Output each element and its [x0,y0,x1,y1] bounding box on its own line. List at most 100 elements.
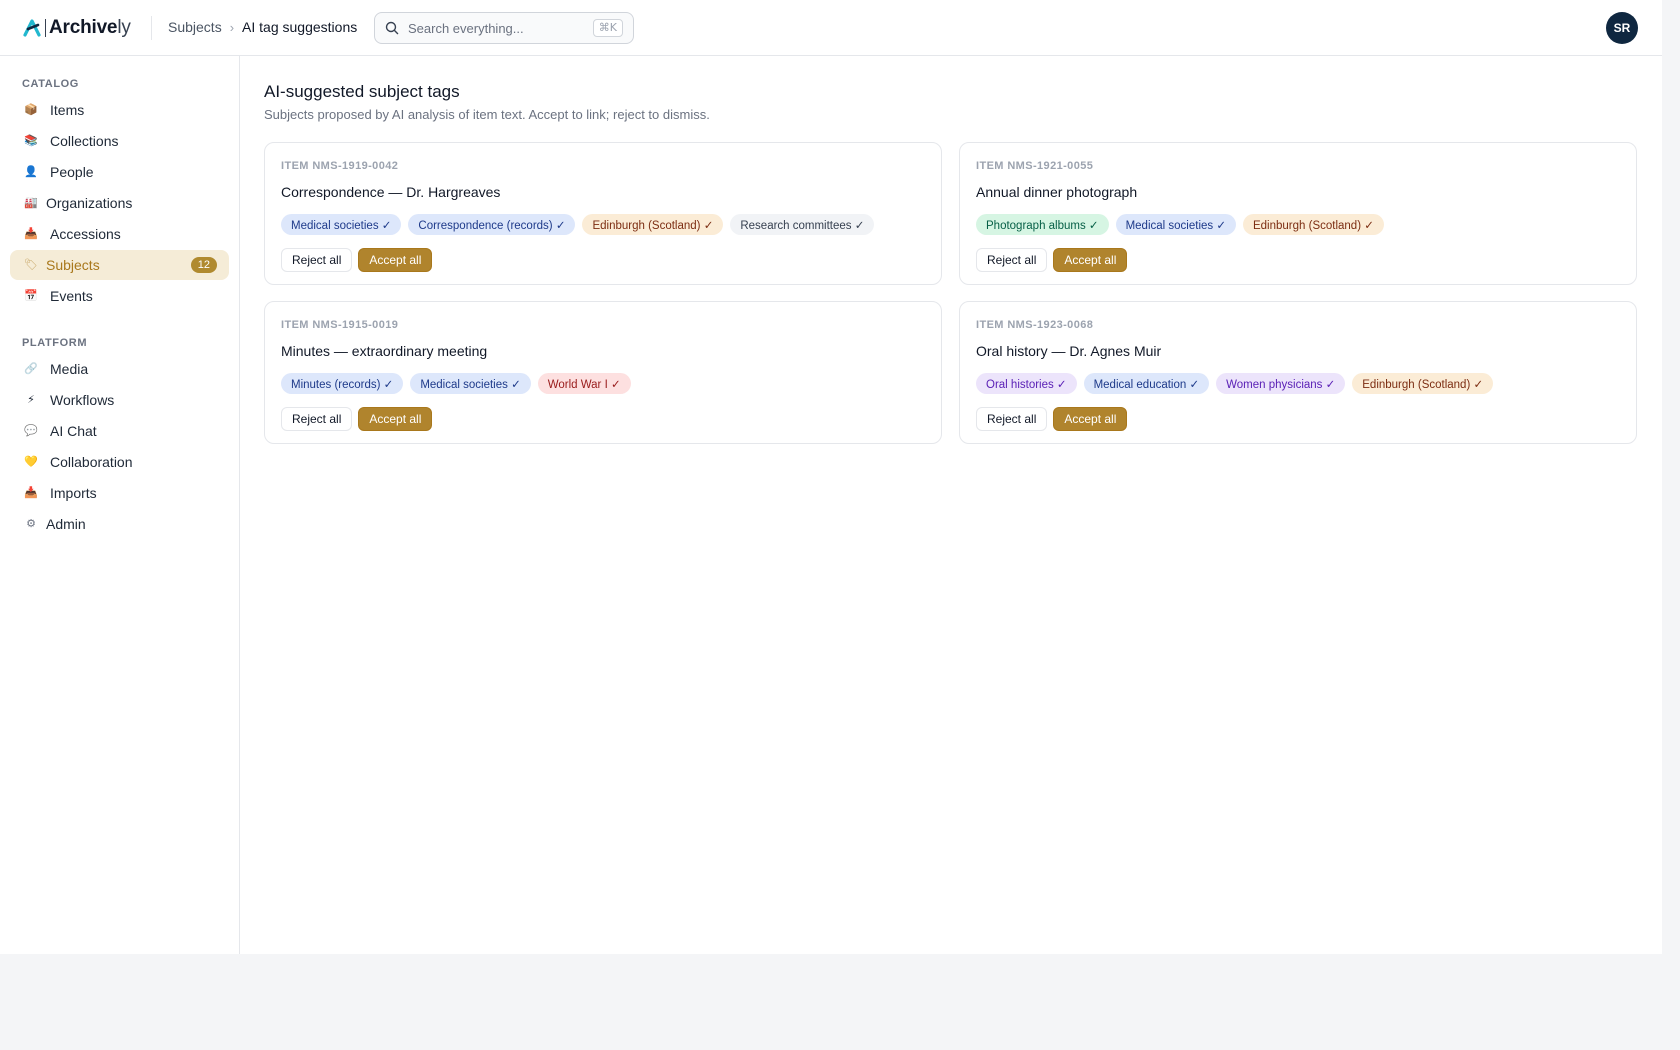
suggestion-card: ITEM NMS-1919-0042 Correspondence — Dr. … [264,142,942,285]
sidebar-item-label: Workflows [50,392,115,408]
sidebar-item-items[interactable]: 📦 Items [10,95,229,125]
reject-all-button[interactable]: Reject all [281,407,353,431]
suggested-tag[interactable]: Medical societies ✓ [1115,214,1236,235]
top-bar: Archively Subjects › AI tag suggestions … [0,0,1662,56]
calendar-icon: 📅 [24,290,38,302]
suggested-tag[interactable]: Minutes (records) ✓ [281,373,404,394]
sidebar-item-label: Organizations [46,195,133,211]
item-title: Annual dinner photograph [976,184,1138,200]
search-input[interactable] [408,20,593,36]
reject-all-button[interactable]: Reject all [976,248,1048,272]
card-actions: Reject all Accept all [976,248,1620,272]
suggested-tag[interactable]: Women physicians ✓ [1216,373,1346,394]
sidebar-item-events[interactable]: 📅 Events [10,281,229,311]
suggested-tag[interactable]: Research committees ✓ [730,214,875,235]
suggested-tag[interactable]: Edinburgh (Scotland) ✓ [582,214,724,235]
books-icon: 📚 [24,135,38,147]
item-reference: ITEM NMS-1921-0055 [976,160,1094,172]
header-divider [151,16,152,40]
suggested-tag[interactable]: Photograph albums ✓ [976,214,1109,235]
sidebar-item-subjects[interactable]: 🏷 Subjects 12 [10,250,229,280]
subjects-count-badge: 12 [190,257,217,273]
sidebar-item-media[interactable]: 🔗 Media [10,354,229,384]
sidebar-item-collaboration[interactable]: 💛 Collaboration [10,447,229,477]
heart-icon: 💛 [24,456,38,468]
sidebar-item-imports[interactable]: 📥 Imports [10,478,229,508]
card-actions: Reject all Accept all [281,248,925,272]
card-actions: Reject all Accept all [976,407,1620,431]
app-window: Archively Subjects › AI tag suggestions … [0,0,1662,954]
page-title: AI-suggested subject tags [264,82,460,101]
sidebar-item-admin[interactable]: ⚙ Admin [10,509,229,539]
accept-all-button[interactable]: Accept all [358,407,433,431]
item-reference: ITEM NMS-1919-0042 [281,160,399,172]
suggested-tag[interactable]: Oral histories ✓ [976,373,1077,394]
archively-logo-icon [23,19,41,37]
breadcrumb-chevron-icon: › [229,19,235,35]
building-icon: 🏭 [24,197,38,209]
sidebar-item-label: Accessions [50,226,121,242]
sidebar-item-label: Collections [50,133,119,149]
sidebar-item-ai-chat[interactable]: 💬 AI Chat [10,416,229,446]
logo-wordmark: Archively [49,17,131,38]
suggested-tag[interactable]: Correspondence (records) ✓ [408,214,576,235]
sidebar-item-accessions[interactable]: 📥 Accessions [10,219,229,249]
page-subtitle: Subjects proposed by AI analysis of item… [264,107,710,122]
suggested-tag[interactable]: Medical societies ✓ [410,373,531,394]
sidebar-item-label: Items [50,102,85,118]
box-icon: 📦 [24,104,38,116]
suggestion-card: ITEM NMS-1915-0019 Minutes — extraordina… [264,301,942,444]
user-avatar[interactable]: SR [1606,12,1638,44]
item-title: Minutes — extraordinary meeting [281,343,488,359]
lightning-icon: ⚡ [27,394,35,406]
sidebar-item-label: Imports [50,485,97,501]
suggested-tag[interactable]: Edinburgh (Scotland) ✓ [1242,214,1384,235]
import-icon: 📥 [24,487,38,499]
sidebar-item-label: AI Chat [50,423,97,439]
item-reference: ITEM NMS-1923-0068 [976,319,1094,331]
sidebar-item-label: Events [50,288,93,304]
global-search[interactable]: ⌘K [374,12,634,44]
suggested-tags: Medical societies ✓ Correspondence (reco… [281,214,925,236]
suggested-tag[interactable]: World War I ✓ [537,373,631,394]
suggestion-card: ITEM NMS-1921-0055 Annual dinner photogr… [959,142,1637,285]
search-shortcut-hint: ⌘K [592,19,623,37]
suggested-tags: Oral histories ✓ Medical education ✓ Wom… [976,373,1620,395]
suggested-tag[interactable]: Medical education ✓ [1083,373,1210,394]
sidebar-section-platform: PLATFORM [22,337,88,349]
logo-separator [45,19,46,37]
accept-all-button[interactable]: Accept all [1053,248,1128,272]
tag-icon: 🏷 [24,259,38,271]
suggested-tag[interactable]: Medical societies ✓ [281,214,402,235]
accept-all-button[interactable]: Accept all [358,248,433,272]
inbox-icon: 📥 [24,228,38,240]
reject-all-button[interactable]: Reject all [281,248,353,272]
breadcrumb-current: AI tag suggestions [242,19,358,35]
sidebar-item-label: Admin [46,516,86,532]
sidebar: CATALOG 📦 Items 📚 Collections 👤 People 🏭… [0,56,240,954]
app-logo[interactable]: Archively [22,16,131,40]
sidebar-item-organizations[interactable]: 🏭 Organizations [10,188,229,218]
suggested-tag[interactable]: Edinburgh (Scotland) ✓ [1352,373,1494,394]
sidebar-item-label: Subjects [46,257,100,273]
breadcrumb-subjects-link[interactable]: Subjects [168,19,222,35]
search-icon [385,21,399,35]
person-icon: 👤 [24,166,38,178]
accept-all-button[interactable]: Accept all [1053,407,1128,431]
reject-all-button[interactable]: Reject all [976,407,1048,431]
sidebar-item-workflows[interactable]: ⚡ Workflows [10,385,229,415]
sidebar-item-people[interactable]: 👤 People [10,157,229,187]
paperclip-icon: 🔗 [24,363,38,375]
suggested-tags: Photograph albums ✓ Medical societies ✓ … [976,214,1620,236]
chat-bubble-icon: 💬 [24,425,38,437]
sidebar-item-label: People [50,164,94,180]
breadcrumb: Subjects › AI tag suggestions [168,19,357,35]
suggestion-card: ITEM NMS-1923-0068 Oral history — Dr. Ag… [959,301,1637,444]
item-title: Oral history — Dr. Agnes Muir [976,343,1162,359]
card-actions: Reject all Accept all [281,407,925,431]
sidebar-item-collections[interactable]: 📚 Collections [10,126,229,156]
sidebar-section-catalog: CATALOG [22,78,79,90]
suggested-tags: Minutes (records) ✓ Medical societies ✓ … [281,373,925,395]
gear-icon: ⚙ [26,518,36,530]
sidebar-item-label: Collaboration [50,454,133,470]
